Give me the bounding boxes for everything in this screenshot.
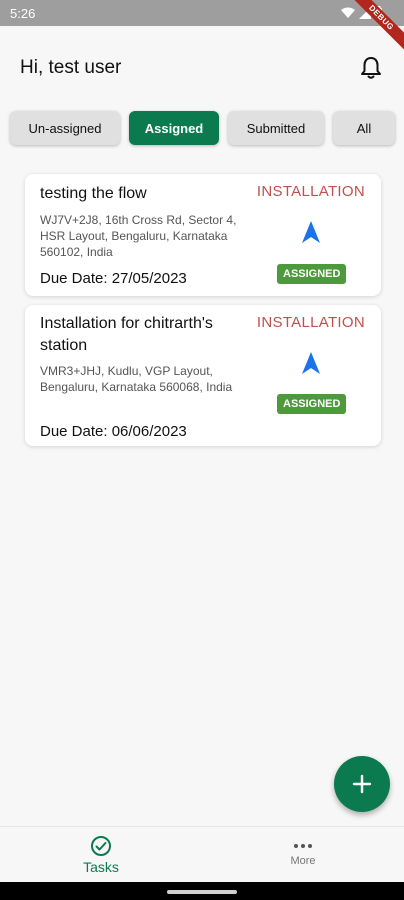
add-task-button[interactable] — [334, 756, 390, 812]
status-time: 5:26 — [10, 5, 36, 21]
status-bar: 5:26 — [0, 0, 404, 26]
task-due-date: Due Date: 06/06/2023 — [40, 423, 187, 440]
filter-unassigned[interactable]: Un-assigned — [10, 111, 120, 145]
nav-label-more: More — [290, 855, 316, 867]
task-card[interactable]: testing the flow WJ7V+2J8, 16th Cross Rd… — [25, 174, 381, 296]
bell-icon — [361, 57, 381, 79]
filter-assigned[interactable]: Assigned — [129, 111, 219, 145]
battery-icon — [375, 6, 382, 19]
wifi-icon — [341, 7, 355, 18]
bottom-navigation: Tasks More — [0, 826, 404, 882]
nav-item-more[interactable]: More — [202, 827, 404, 883]
home-indicator[interactable] — [167, 890, 237, 894]
task-card[interactable]: Installation for chitrarth's station VMR… — [25, 305, 381, 446]
task-title: Installation for chitrarth's station — [40, 315, 213, 354]
plus-icon — [352, 774, 372, 794]
filter-all[interactable]: All — [333, 111, 395, 145]
signal-icon — [359, 6, 371, 19]
status-badge: ASSIGNED — [277, 264, 347, 284]
filter-bar: Un-assigned Assigned Submitted All — [10, 111, 395, 145]
task-due-date: Due Date: 27/05/2023 — [40, 270, 187, 287]
status-icons — [341, 6, 382, 19]
task-type: INSTALLATION — [256, 183, 365, 200]
notifications-button[interactable] — [358, 55, 384, 81]
navigation-arrow-icon[interactable] — [300, 220, 322, 244]
nav-label-tasks: Tasks — [83, 859, 119, 875]
greeting-text: Hi, test user — [20, 57, 122, 78]
task-type: INSTALLATION — [256, 314, 365, 331]
more-horizontal-icon — [294, 844, 312, 848]
navigation-arrow-icon[interactable] — [300, 351, 322, 375]
nav-item-tasks[interactable]: Tasks — [0, 827, 202, 883]
status-badge: ASSIGNED — [277, 394, 347, 414]
task-address: VMR3+JHJ, Kudlu, VGP Layout, Bengaluru, … — [40, 364, 233, 394]
task-title: testing the flow — [40, 185, 147, 202]
task-address: WJ7V+2J8, 16th Cross Rd, Sector 4, HSR L… — [40, 213, 237, 259]
header: Hi, test user — [20, 48, 384, 88]
filter-submitted[interactable]: Submitted — [228, 111, 324, 145]
check-circle-icon — [91, 836, 111, 856]
